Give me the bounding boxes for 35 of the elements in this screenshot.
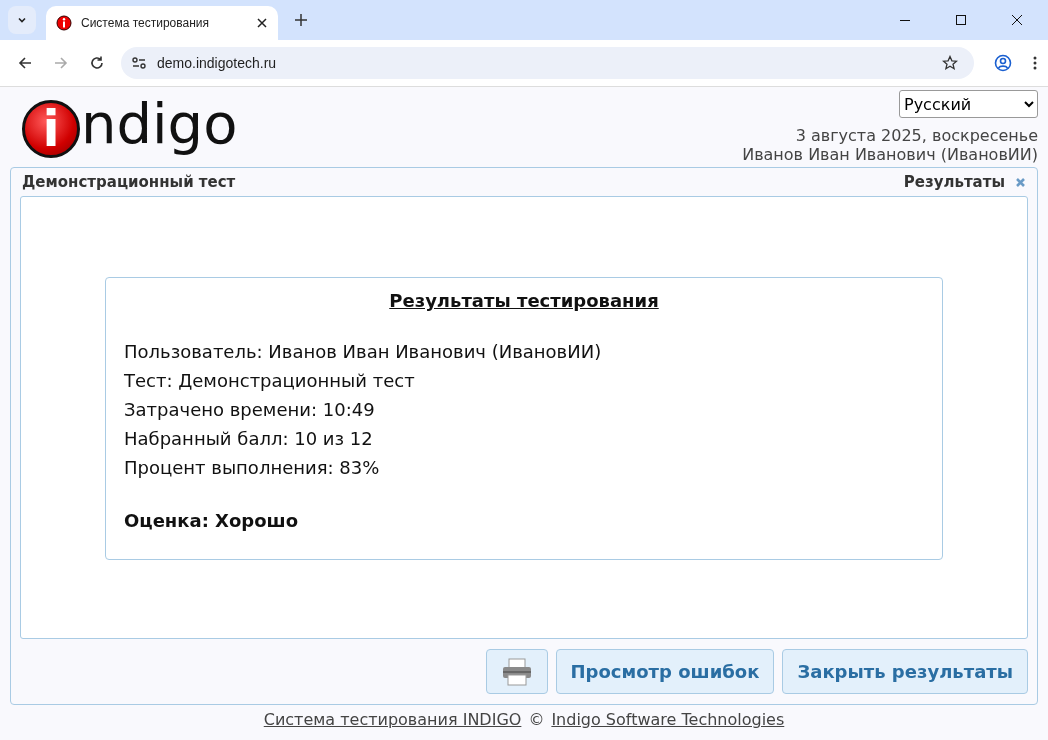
action-button[interactable]: Закрыть результаты [782, 649, 1028, 694]
grade-text: Оценка: Хорошо [124, 510, 300, 531]
result-line: Процент выполнения: 83% [124, 456, 381, 480]
back-arrow-icon[interactable] [17, 55, 33, 71]
star-icon[interactable] [942, 55, 958, 71]
user-name: Иванов Иван Иванович (ИвановИИ) [742, 145, 1038, 164]
language-select[interactable]: Русский [899, 90, 1038, 118]
account-icon[interactable] [994, 54, 1012, 72]
section-title: Результаты [903, 173, 1005, 191]
action-button[interactable]: Просмотр ошибок [555, 649, 775, 694]
browser-tab[interactable]: Система тестирования [46, 6, 278, 40]
results-title: Результаты тестирования [388, 290, 660, 311]
maximize-icon[interactable] [955, 14, 967, 26]
printer-icon [500, 657, 533, 686]
result-line: Пользователь: Иванов Иван Иванович (ИвановИИ) [124, 340, 603, 364]
plus-icon[interactable] [294, 13, 308, 27]
panel-title: Демонстрационный тест [22, 173, 237, 191]
result-line: Набранный балл: 10 из 12 [124, 427, 374, 451]
footer-link[interactable]: Система тестирования INDIGO [263, 710, 522, 729]
tune-icon[interactable] [131, 55, 147, 71]
close-icon[interactable] [1011, 14, 1023, 26]
tab-title: Система тестирования [81, 16, 210, 30]
logo-mark: i [22, 100, 80, 158]
date-text: 3 августа 2025, воскресенье [795, 126, 1038, 145]
footer-link[interactable]: Indigo Software Technologies [551, 710, 785, 729]
print-button[interactable] [485, 649, 548, 694]
more-icon[interactable] [1032, 55, 1038, 71]
result-line: Тест: Демонстрационный тест [124, 369, 416, 393]
address-bar[interactable]: demo.indigotech.ru [121, 47, 974, 79]
result-line: Затрачено времени: 10:49 [124, 398, 376, 422]
copyright-sign: © [528, 710, 545, 729]
info-icon [56, 15, 72, 31]
reload-icon[interactable] [89, 55, 105, 71]
url-text: demo.indigotech.ru [157, 55, 277, 71]
close-icon[interactable] [256, 17, 268, 29]
